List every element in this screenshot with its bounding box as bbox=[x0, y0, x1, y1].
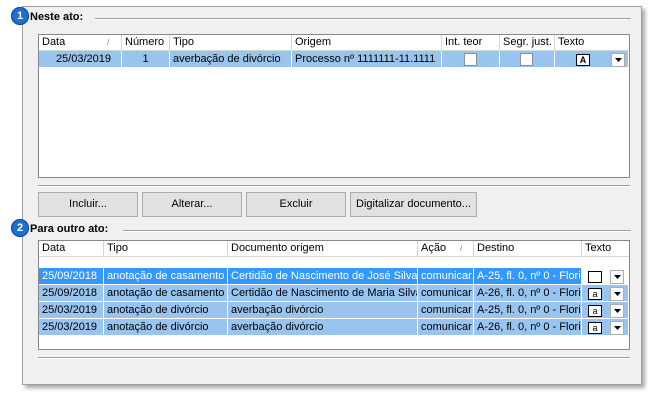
sort-indicator-icon: / bbox=[460, 244, 463, 253]
cell-destino: A-25, fl. 0, nº 0 - Floria bbox=[474, 268, 582, 285]
text-document-icon[interactable]: a bbox=[588, 322, 602, 334]
int-teor-checkbox[interactable] bbox=[464, 53, 477, 66]
chevron-down-icon bbox=[614, 58, 622, 62]
cell-texto: a bbox=[582, 285, 629, 302]
cell-texto: A bbox=[555, 51, 629, 68]
section1-title: Neste ato: bbox=[30, 11, 88, 23]
cell-acao: comunicar bbox=[418, 319, 474, 336]
bottom-rule bbox=[38, 357, 630, 359]
sort-indicator-icon: / bbox=[107, 38, 110, 47]
section2-header: Data Tipo Documento origem Ação / Destino… bbox=[39, 241, 629, 257]
step-1-badge-icon: 1 bbox=[11, 7, 29, 25]
cell-acao: comunicar bbox=[418, 268, 474, 285]
col-origem[interactable]: Origem bbox=[292, 35, 442, 50]
cell-documento: averbação divórcio bbox=[228, 302, 418, 319]
cell-destino: A-26, fl. 0, nº 0 - Floria bbox=[474, 319, 582, 336]
col-int-teor[interactable]: Int. teor bbox=[442, 35, 500, 50]
cell-documento: Certidão de Nascimento de José Silva bbox=[228, 268, 418, 285]
col-texto[interactable]: Texto bbox=[555, 35, 629, 50]
col-destino[interactable]: Destino bbox=[474, 241, 582, 256]
col-data-label: Data bbox=[42, 36, 66, 48]
table-row[interactable]: 25/09/2018 anotação de casamento Certidã… bbox=[39, 285, 629, 302]
col-data[interactable]: Data bbox=[39, 241, 104, 256]
section1-table[interactable]: Data / Número Tipo Origem Int. teor Segr.… bbox=[38, 34, 630, 178]
cell-texto: a bbox=[582, 268, 629, 285]
col-tipo[interactable]: Tipo bbox=[104, 241, 228, 256]
cell-destino: A-25, fl. 0, nº 0 - Floria bbox=[474, 302, 582, 319]
texto-dropdown-button[interactable] bbox=[611, 53, 625, 67]
chevron-down-icon bbox=[613, 292, 621, 296]
cell-segr-just bbox=[500, 51, 555, 68]
cell-tipo: averbação de divórcio bbox=[170, 51, 292, 68]
table-row[interactable]: 25/09/2018 anotação de casamento Certidã… bbox=[39, 268, 629, 285]
form-panel: Neste ato: Data / Número Tipo Origem Int.… bbox=[22, 6, 642, 385]
cell-acao: comunicar bbox=[418, 302, 474, 319]
texto-dropdown-button[interactable] bbox=[610, 287, 624, 301]
excluir-button[interactable]: Excluir bbox=[246, 192, 346, 217]
col-texto[interactable]: Texto bbox=[582, 241, 629, 256]
section2-table[interactable]: Data Tipo Documento origem Ação / Destino… bbox=[38, 240, 630, 350]
table-row[interactable]: 25/03/2019 anotação de divórcio averbaçã… bbox=[39, 319, 629, 336]
text-document-icon[interactable]: a bbox=[588, 271, 602, 283]
segr-just-checkbox[interactable] bbox=[520, 53, 533, 66]
cell-tipo: anotação de casamento bbox=[104, 285, 228, 302]
cell-origem: Processo nº 1111111-11.1111 bbox=[292, 51, 442, 68]
cell-data: 25/03/2019 bbox=[39, 302, 104, 319]
cell-texto: a bbox=[582, 319, 629, 336]
section2-title: Para outro ato: bbox=[30, 223, 113, 235]
section1-header: Data / Número Tipo Origem Int. teor Segr.… bbox=[39, 35, 629, 51]
cell-data: 25/09/2018 bbox=[39, 268, 104, 285]
chevron-down-icon bbox=[613, 309, 621, 313]
cell-tipo: anotação de divórcio bbox=[104, 302, 228, 319]
col-documento-origem[interactable]: Documento origem bbox=[228, 241, 418, 256]
cell-documento: averbação divórcio bbox=[228, 319, 418, 336]
cell-documento: Certidão de Nascimento de Maria Silva bbox=[228, 285, 418, 302]
col-numero[interactable]: Número bbox=[122, 35, 170, 50]
table-row[interactable]: 25/03/2019 anotação de divórcio averbaçã… bbox=[39, 302, 629, 319]
cell-data: 25/03/2019 bbox=[39, 51, 122, 68]
cell-tipo: anotação de divórcio bbox=[104, 319, 228, 336]
buttons-top-rule bbox=[38, 185, 630, 187]
cell-acao: comunicar bbox=[418, 285, 474, 302]
section1-rule bbox=[95, 18, 631, 20]
table-row[interactable]: 25/03/2019 1 averbação de divórcio Proce… bbox=[39, 51, 629, 68]
col-acao[interactable]: Ação / bbox=[418, 241, 474, 256]
col-tipo[interactable]: Tipo bbox=[170, 35, 292, 50]
step-2-badge-icon: 2 bbox=[11, 219, 29, 237]
incluir-button[interactable]: Incluir... bbox=[38, 192, 138, 217]
cell-numero: 1 bbox=[122, 51, 170, 68]
text-document-icon[interactable]: a bbox=[588, 305, 602, 317]
texto-dropdown-button[interactable] bbox=[610, 270, 624, 284]
cell-int-teor bbox=[442, 51, 500, 68]
chevron-down-icon bbox=[613, 275, 621, 279]
text-document-icon[interactable]: A bbox=[576, 54, 590, 66]
texto-dropdown-button[interactable] bbox=[610, 321, 624, 335]
text-document-icon[interactable]: a bbox=[588, 288, 602, 300]
cell-tipo: anotação de casamento bbox=[104, 268, 228, 285]
cell-texto: a bbox=[582, 302, 629, 319]
col-data[interactable]: Data / bbox=[39, 35, 122, 50]
chevron-down-icon bbox=[613, 326, 621, 330]
texto-dropdown-button[interactable] bbox=[610, 304, 624, 318]
alterar-button[interactable]: Alterar... bbox=[142, 192, 242, 217]
col-acao-label: Ação bbox=[421, 242, 447, 254]
section2-rule bbox=[123, 230, 631, 232]
cell-destino: A-26, fl. 0, nº 0 - Floria bbox=[474, 285, 582, 302]
cell-data: 25/03/2019 bbox=[39, 319, 104, 336]
cell-data: 25/09/2018 bbox=[39, 285, 104, 302]
digitalizar-button[interactable]: Digitalizar documento... bbox=[350, 192, 477, 217]
col-segr-just[interactable]: Segr. just. bbox=[500, 35, 555, 50]
